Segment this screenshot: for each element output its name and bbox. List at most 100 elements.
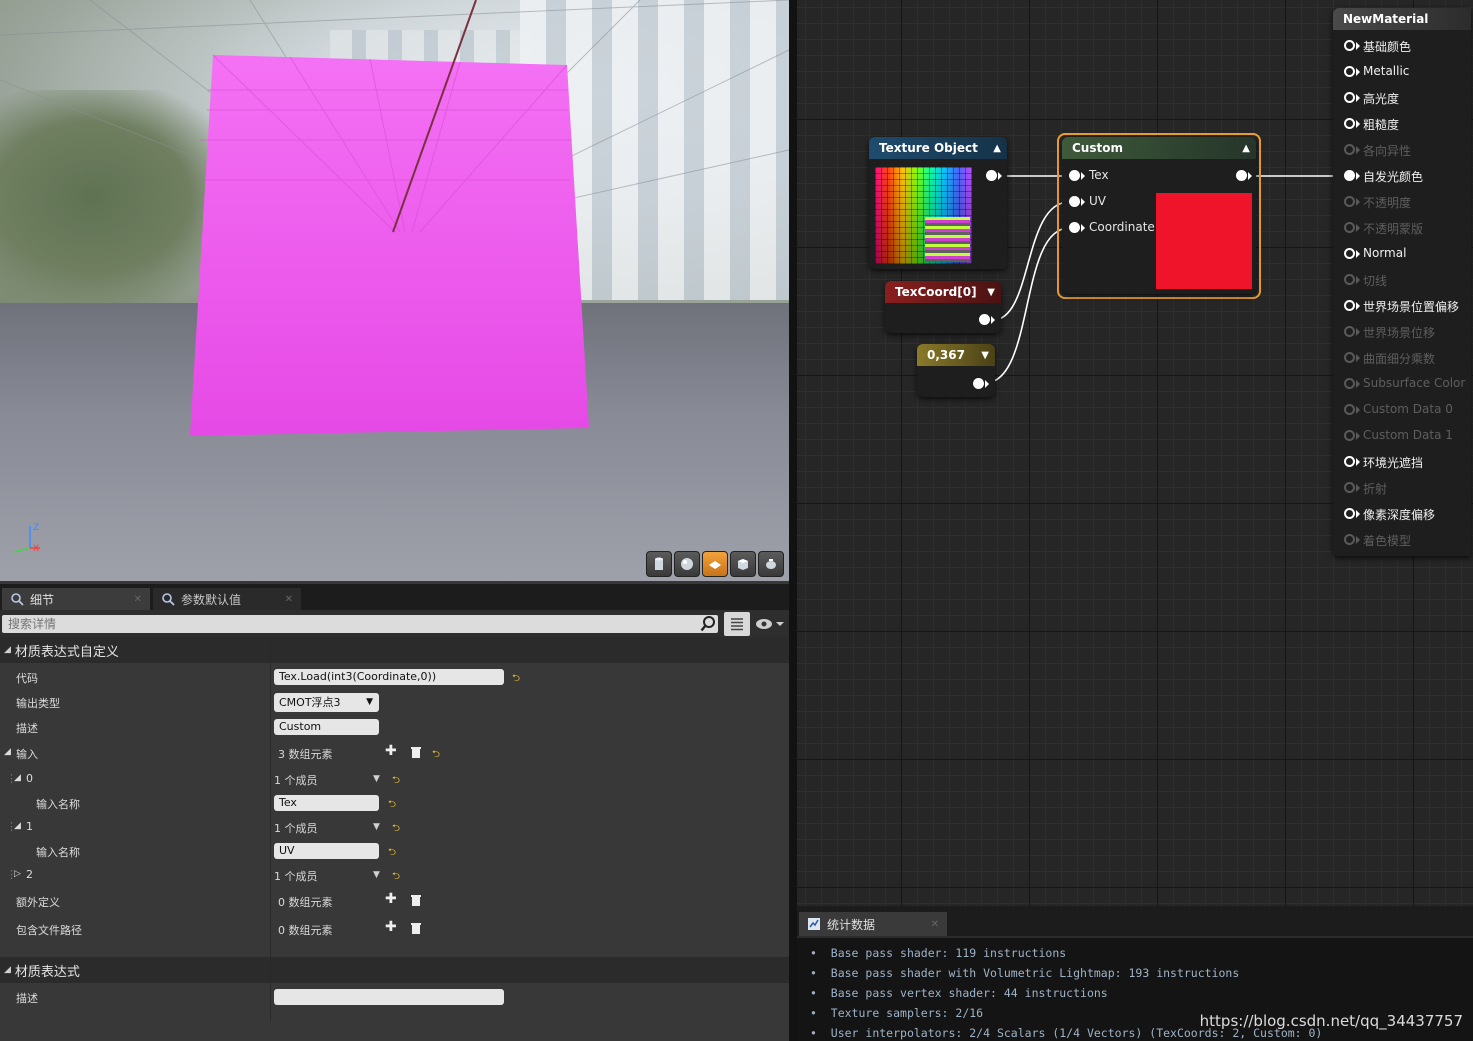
input-name-field[interactable]: UV	[274, 843, 379, 859]
material-input-pin[interactable]	[1344, 352, 1355, 363]
collapse-icon[interactable]: ▲	[993, 143, 1001, 154]
material-pin-label: 粗糙度	[1363, 118, 1400, 132]
collapse-icon[interactable]: ▲	[1242, 143, 1250, 154]
splitter[interactable]	[789, 0, 797, 1041]
reset-icon[interactable]: ⮌	[392, 869, 400, 886]
add-element-icon[interactable]: ✚	[385, 919, 397, 935]
close-icon[interactable]: ✕	[931, 919, 939, 930]
collapse-triangle-icon[interactable]: ◢	[14, 773, 21, 783]
node-header: Texture Object ▲	[869, 137, 1007, 159]
material-input-pin[interactable]	[1344, 482, 1355, 493]
sphere-icon[interactable]	[674, 551, 700, 577]
uv-input-pin[interactable]	[1069, 196, 1080, 207]
collapse-triangle-icon[interactable]: ◢	[14, 821, 21, 831]
reset-icon[interactable]: ⮌	[432, 747, 440, 764]
view-options-button[interactable]	[724, 612, 750, 636]
category-material-expression-custom[interactable]: ◢ 材质表达式自定义	[0, 637, 789, 663]
node-custom[interactable]: Custom ▲ Tex UV Coordinate	[1062, 137, 1256, 294]
constant-output-pin[interactable]	[973, 378, 984, 389]
trash-icon[interactable]	[411, 895, 421, 906]
chevron-down-icon[interactable]: ▼	[373, 774, 380, 784]
material-input-pin[interactable]	[1344, 378, 1355, 389]
material-input-pin[interactable]	[1344, 404, 1355, 415]
chevron-down-icon[interactable]: ▼	[373, 822, 380, 832]
material-input-pin[interactable]	[1344, 170, 1355, 181]
cube-icon[interactable]	[730, 551, 756, 577]
row-input-2: ⋮ ▷ 2 1 个成员 ▼ ⮌	[0, 863, 789, 887]
material-pin-label: Subsurface Color	[1363, 376, 1466, 390]
tex-input-pin[interactable]	[1069, 170, 1080, 181]
tab-stats-label: 统计数据	[827, 917, 876, 932]
pin-arrow-icon	[985, 380, 989, 388]
material-input-pin[interactable]	[1344, 430, 1355, 441]
node-texture-object[interactable]: Texture Object ▲	[869, 137, 1007, 269]
expand-icon[interactable]: ▼	[987, 287, 995, 298]
code-field[interactable]: Tex.Load(int3(Coordinate,0))	[274, 669, 504, 685]
search-input[interactable]	[2, 615, 718, 633]
material-input-pin[interactable]	[1344, 534, 1355, 545]
tab-stats[interactable]: 统计数据 ✕	[799, 912, 947, 936]
material-input-pin[interactable]	[1344, 196, 1355, 207]
close-icon[interactable]: ✕	[285, 594, 293, 605]
node-title: TexCoord[0]	[895, 285, 977, 299]
cylinder-icon[interactable]	[646, 551, 672, 577]
material-pin-label: 像素深度偏移	[1363, 508, 1436, 522]
expand-icon[interactable]: ▼	[981, 350, 989, 361]
material-plane	[190, 55, 589, 436]
trash-icon[interactable]	[411, 923, 421, 934]
row-expression-description: 描述	[0, 985, 789, 1009]
material-input-pin[interactable]	[1344, 248, 1355, 259]
add-element-icon[interactable]: ✚	[385, 743, 397, 759]
material-input-pin[interactable]	[1344, 222, 1355, 233]
pin-label: Tex	[1089, 168, 1109, 182]
pin-label: Coordinate	[1089, 220, 1155, 234]
material-input-pin[interactable]	[1344, 508, 1355, 519]
material-input-pin[interactable]	[1344, 300, 1355, 311]
reset-icon[interactable]: ⮌	[392, 773, 400, 790]
visibility-filter-button[interactable]	[754, 614, 788, 634]
chevron-down-icon[interactable]: ▼	[373, 870, 380, 880]
node-material-output[interactable]: NewMaterial 基础颜色 Metallic 高光度 粗糙度 各向异性 自发光颜色不…	[1333, 8, 1471, 556]
input-name-field[interactable]: Tex	[274, 795, 379, 811]
tab-details[interactable]: 细节 ✕	[2, 588, 150, 610]
material-input-pin[interactable]	[1344, 274, 1355, 285]
reset-icon[interactable]: ⮌	[392, 821, 400, 838]
material-input-pin[interactable]	[1344, 92, 1355, 103]
node-title: NewMaterial	[1343, 12, 1429, 26]
material-input-pin[interactable]	[1344, 40, 1355, 51]
add-element-icon[interactable]: ✚	[385, 891, 397, 907]
texcoord-output-pin[interactable]	[979, 314, 990, 325]
viewport[interactable]: Z X	[0, 0, 789, 581]
texture-output-pin[interactable]	[986, 170, 997, 181]
tab-parameter-defaults[interactable]: 参数默认值 ✕	[153, 588, 301, 610]
material-input-pin[interactable]	[1344, 118, 1355, 129]
node-constant[interactable]: 0,367 ▼	[917, 344, 995, 397]
material-input-pin[interactable]	[1344, 144, 1355, 155]
reset-icon[interactable]: ⮌	[512, 671, 520, 688]
node-texcoord[interactable]: TexCoord[0] ▼	[885, 281, 1001, 333]
expand-triangle-icon[interactable]: ▷	[14, 869, 21, 879]
teapot-icon[interactable]	[758, 551, 784, 577]
output-type-select[interactable]: CMOT浮点3 ▼	[274, 693, 379, 712]
search-icon[interactable]	[700, 615, 718, 633]
member-count: 1 个成员	[274, 822, 318, 835]
description-field[interactable]: Custom	[274, 719, 379, 735]
row-label: 输入	[16, 748, 38, 761]
trash-icon[interactable]	[411, 747, 421, 758]
reset-icon[interactable]: ⮌	[388, 797, 396, 814]
row-code: 代码 Tex.Load(int3(Coordinate,0)) ⮌	[0, 665, 789, 689]
custom-output-pin[interactable]	[1236, 170, 1247, 181]
material-input-pin[interactable]	[1344, 66, 1355, 77]
close-icon[interactable]: ✕	[134, 594, 142, 605]
pin-arrow-icon	[1081, 198, 1085, 206]
material-input-pin[interactable]	[1344, 456, 1355, 467]
plane-icon[interactable]	[702, 551, 728, 577]
description-field[interactable]	[274, 989, 504, 1005]
reset-icon[interactable]: ⮌	[388, 845, 396, 862]
node-title: Custom	[1072, 141, 1123, 155]
category-material-expression[interactable]: ◢ 材质表达式	[0, 957, 789, 983]
material-input-pin[interactable]	[1344, 326, 1355, 337]
row-label: 1	[26, 820, 33, 833]
coordinate-input-pin[interactable]	[1069, 222, 1080, 233]
collapse-triangle-icon[interactable]: ◢	[4, 747, 11, 757]
